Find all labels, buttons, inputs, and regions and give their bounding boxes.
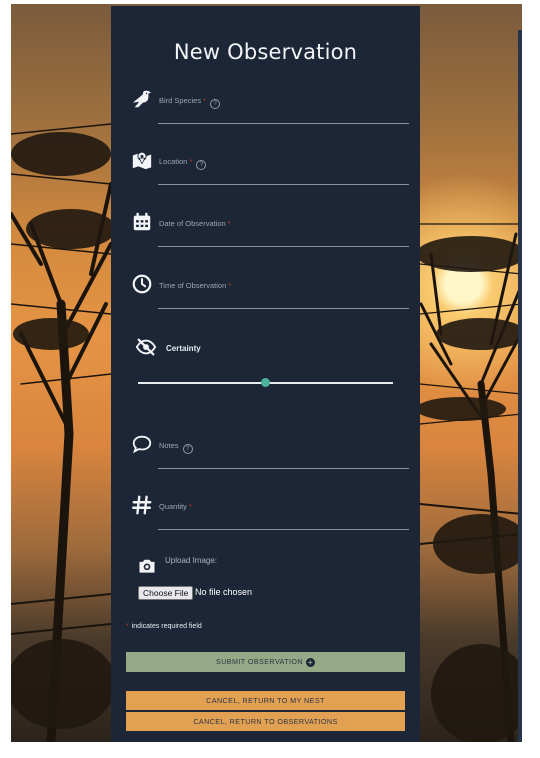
time-field[interactable]: Time of Observation * bbox=[131, 273, 409, 309]
bird-icon bbox=[132, 90, 152, 108]
upload-image-label: Upload Image: bbox=[165, 556, 218, 565]
required-marker: * bbox=[188, 502, 192, 511]
bird-species-input-underline bbox=[158, 123, 409, 124]
certainty-slider-thumb[interactable] bbox=[261, 378, 270, 387]
notes-input-underline bbox=[158, 468, 409, 469]
required-marker: * bbox=[189, 157, 193, 166]
date-field[interactable]: Date of Observation * bbox=[131, 211, 409, 247]
quantity-input-underline bbox=[158, 529, 409, 530]
quantity-label: Quantity * bbox=[159, 502, 192, 511]
bird-species-label: Bird Species *? bbox=[159, 96, 221, 109]
file-status-text: No file chosen bbox=[195, 587, 253, 597]
required-marker: * bbox=[228, 281, 232, 290]
choose-file-button[interactable]: Choose File bbox=[138, 586, 194, 600]
plus-circle-icon: + bbox=[305, 658, 315, 667]
help-icon[interactable]: ? bbox=[182, 444, 193, 454]
observation-form: New Observation Bird Species *? Location *… bbox=[111, 6, 420, 742]
required-marker: * bbox=[126, 623, 129, 630]
certainty-field: Certainty bbox=[131, 336, 401, 396]
quantity-field[interactable]: Quantity * bbox=[131, 494, 409, 530]
location-input-underline bbox=[158, 184, 409, 185]
camera-icon bbox=[139, 559, 155, 573]
clock-icon bbox=[132, 274, 152, 294]
location-label: Location *? bbox=[159, 157, 207, 170]
time-input-underline bbox=[158, 308, 409, 309]
required-marker: * bbox=[203, 96, 207, 105]
bird-species-field[interactable]: Bird Species *? bbox=[131, 88, 409, 124]
notes-label: Notes? bbox=[159, 441, 193, 454]
cancel-return-nest-button[interactable]: CANCEL, RETURN TO MY NEST bbox=[126, 691, 405, 710]
map-marker-icon bbox=[132, 151, 152, 170]
cancel-return-observations-button[interactable]: CANCEL, RETURN TO OBSERVATIONS bbox=[126, 712, 405, 731]
page-title: New Observation bbox=[173, 40, 358, 64]
date-label: Date of Observation * bbox=[159, 219, 231, 228]
notes-field[interactable]: Notes? bbox=[131, 433, 409, 469]
hash-icon bbox=[132, 495, 152, 515]
calendar-icon bbox=[133, 212, 151, 231]
page-edge bbox=[518, 30, 522, 742]
date-input-underline bbox=[158, 246, 409, 247]
location-field[interactable]: Location *? bbox=[131, 149, 409, 185]
help-icon[interactable]: ? bbox=[210, 99, 221, 109]
help-icon[interactable]: ? bbox=[196, 160, 207, 170]
time-label: Time of Observation * bbox=[159, 281, 232, 290]
certainty-label: Certainty bbox=[166, 344, 201, 353]
speech-bubble-icon bbox=[132, 435, 152, 454]
submit-observation-button[interactable]: SUBMIT OBSERVATION + bbox=[126, 652, 405, 672]
required-marker: * bbox=[227, 219, 231, 228]
eye-slash-icon bbox=[135, 338, 157, 356]
required-field-note: * indicates required field bbox=[126, 623, 202, 630]
